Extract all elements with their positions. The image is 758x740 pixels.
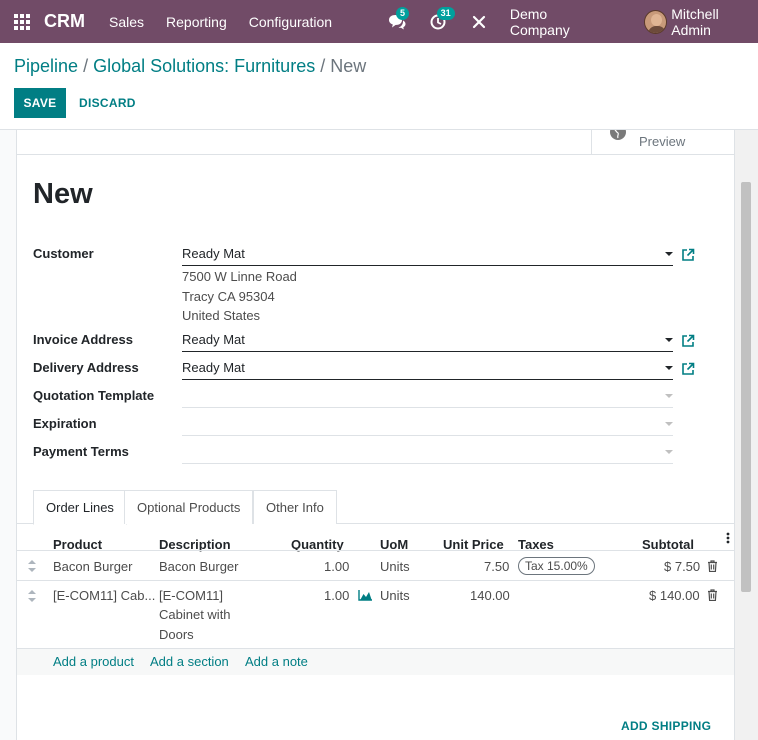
table-row[interactable]: [E-COM11] Cab... [E-COM11] Cabinet with … xyxy=(17,581,734,649)
breadcrumb: Pipeline / Global Solutions: Furnitures … xyxy=(14,56,366,77)
chevron-down-icon[interactable] xyxy=(665,422,673,426)
forecast-chart-icon[interactable] xyxy=(358,590,373,601)
top-navbar: CRM Sales Reporting Configuration 5 31 D… xyxy=(0,0,758,43)
preview-button[interactable]: Preview xyxy=(591,130,734,155)
activities-count-badge: 31 xyxy=(436,7,455,20)
debug-tools-button[interactable] xyxy=(461,0,496,43)
add-shipping-button[interactable]: ADD SHIPPING xyxy=(621,719,711,733)
menu-reporting[interactable]: Reporting xyxy=(166,14,227,30)
preview-label: Preview xyxy=(639,134,686,149)
tax-badge[interactable]: Tax 15.00% xyxy=(518,557,595,575)
save-button[interactable]: SAVE xyxy=(14,88,66,118)
customer-address-street: 7500 W Linne Road xyxy=(182,269,297,284)
customer-address-city: Tracy CA 95304 xyxy=(182,289,275,304)
discard-button[interactable]: DISCARD xyxy=(79,88,136,118)
apps-grid-icon xyxy=(14,13,30,30)
tab-optional-products[interactable]: Optional Products xyxy=(124,490,254,524)
quotation-template-label: Quotation Template xyxy=(33,388,155,403)
delivery-address-field[interactable]: Ready Mat xyxy=(182,356,673,380)
row-unit-price[interactable]: 7.50 xyxy=(484,559,509,574)
row-subtotal: $ 140.00 xyxy=(649,588,700,603)
payment-terms-label: Payment Terms xyxy=(33,444,129,459)
row-unit-price[interactable]: 140.00 xyxy=(470,588,510,603)
add-section-link[interactable]: Add a section xyxy=(150,654,229,669)
trash-icon[interactable] xyxy=(707,560,718,572)
apps-menu-button[interactable] xyxy=(0,0,44,43)
user-avatar[interactable] xyxy=(644,9,668,34)
row-description-line-3[interactable]: Doors xyxy=(159,627,194,642)
app-brand[interactable]: CRM xyxy=(44,11,85,32)
chevron-down-icon[interactable] xyxy=(665,450,673,454)
row-subtotal: $ 7.50 xyxy=(664,559,701,574)
chevron-down-icon[interactable] xyxy=(665,394,673,398)
expiration-label: Expiration xyxy=(33,416,97,431)
tab-other-info[interactable]: Other Info xyxy=(253,490,337,524)
company-switcher[interactable]: Demo Company xyxy=(510,6,607,38)
customer-field[interactable]: Ready Mat xyxy=(182,242,673,266)
row-quantity[interactable]: 1.00 xyxy=(324,588,349,603)
row-quantity[interactable]: 1.00 xyxy=(324,559,349,574)
row-uom[interactable]: Units xyxy=(380,559,410,574)
drag-handle-icon[interactable] xyxy=(28,560,36,572)
invoice-address-field[interactable]: Ready Mat xyxy=(182,328,673,352)
trash-icon[interactable] xyxy=(707,589,718,601)
add-note-link[interactable]: Add a note xyxy=(245,654,308,669)
tab-order-lines[interactable]: Order Lines xyxy=(33,490,127,525)
messages-count-badge: 5 xyxy=(396,7,410,20)
column-options-icon[interactable] xyxy=(725,531,731,545)
invoice-address-value: Ready Mat xyxy=(182,332,245,347)
external-link-icon[interactable] xyxy=(681,248,695,262)
invoice-address-label: Invoice Address xyxy=(33,332,133,347)
customer-label: Customer xyxy=(33,246,94,261)
breadcrumb-opportunity[interactable]: Global Solutions: Furnitures xyxy=(93,56,315,76)
external-link-icon[interactable] xyxy=(681,334,695,348)
expiration-field[interactable] xyxy=(182,412,673,436)
row-description[interactable]: Bacon Burger xyxy=(159,559,239,574)
breadcrumb-current: New xyxy=(330,56,367,76)
user-menu[interactable]: Mitchell Admin xyxy=(671,6,758,38)
row-uom[interactable]: Units xyxy=(380,588,410,603)
external-link-icon[interactable] xyxy=(681,362,695,376)
breadcrumb-separator: / xyxy=(320,56,326,76)
activities-button[interactable]: 31 xyxy=(421,0,456,43)
add-line-row: Add a product Add a section Add a note xyxy=(17,649,734,675)
row-product[interactable]: [E-COM11] Cab... xyxy=(53,588,155,603)
control-panel: Pipeline / Global Solutions: Furnitures … xyxy=(0,43,758,130)
scrollbar[interactable] xyxy=(735,130,758,740)
customer-address-country: United States xyxy=(182,308,261,323)
row-description-line-2[interactable]: Cabinet with xyxy=(159,607,231,622)
delivery-address-value: Ready Mat xyxy=(182,360,245,375)
chevron-down-icon[interactable] xyxy=(665,252,673,256)
tools-icon xyxy=(472,15,485,28)
record-title: New xyxy=(33,178,93,210)
notebook-tabs: Order Lines Optional Products Other Info xyxy=(17,490,734,525)
row-product[interactable]: Bacon Burger xyxy=(53,559,133,574)
table-row[interactable]: Bacon Burger Bacon Burger 1.00 Units 7.5… xyxy=(17,551,734,581)
quotation-template-field[interactable] xyxy=(182,384,673,408)
customer-value: Ready Mat xyxy=(182,246,245,261)
breadcrumb-separator: / xyxy=(83,56,89,76)
form-sheet: Preview New Customer Ready Mat 7500 W Li… xyxy=(16,130,735,740)
globe-icon xyxy=(610,130,626,140)
breadcrumb-pipeline[interactable]: Pipeline xyxy=(14,56,78,76)
add-product-link[interactable]: Add a product xyxy=(53,654,134,669)
drag-handle-icon[interactable] xyxy=(28,590,36,602)
payment-terms-field[interactable] xyxy=(182,440,673,464)
status-bar: Preview xyxy=(17,130,734,155)
scrollbar-thumb[interactable] xyxy=(741,182,751,592)
messages-button[interactable]: 5 xyxy=(380,0,415,43)
menu-sales[interactable]: Sales xyxy=(109,14,144,30)
chevron-down-icon[interactable] xyxy=(665,338,673,342)
chevron-down-icon[interactable] xyxy=(665,366,673,370)
delivery-address-label: Delivery Address xyxy=(33,360,139,375)
row-description-line-1[interactable]: [E-COM11] xyxy=(159,588,223,603)
menu-configuration[interactable]: Configuration xyxy=(249,14,332,30)
form-view: Preview New Customer Ready Mat 7500 W Li… xyxy=(0,130,758,740)
